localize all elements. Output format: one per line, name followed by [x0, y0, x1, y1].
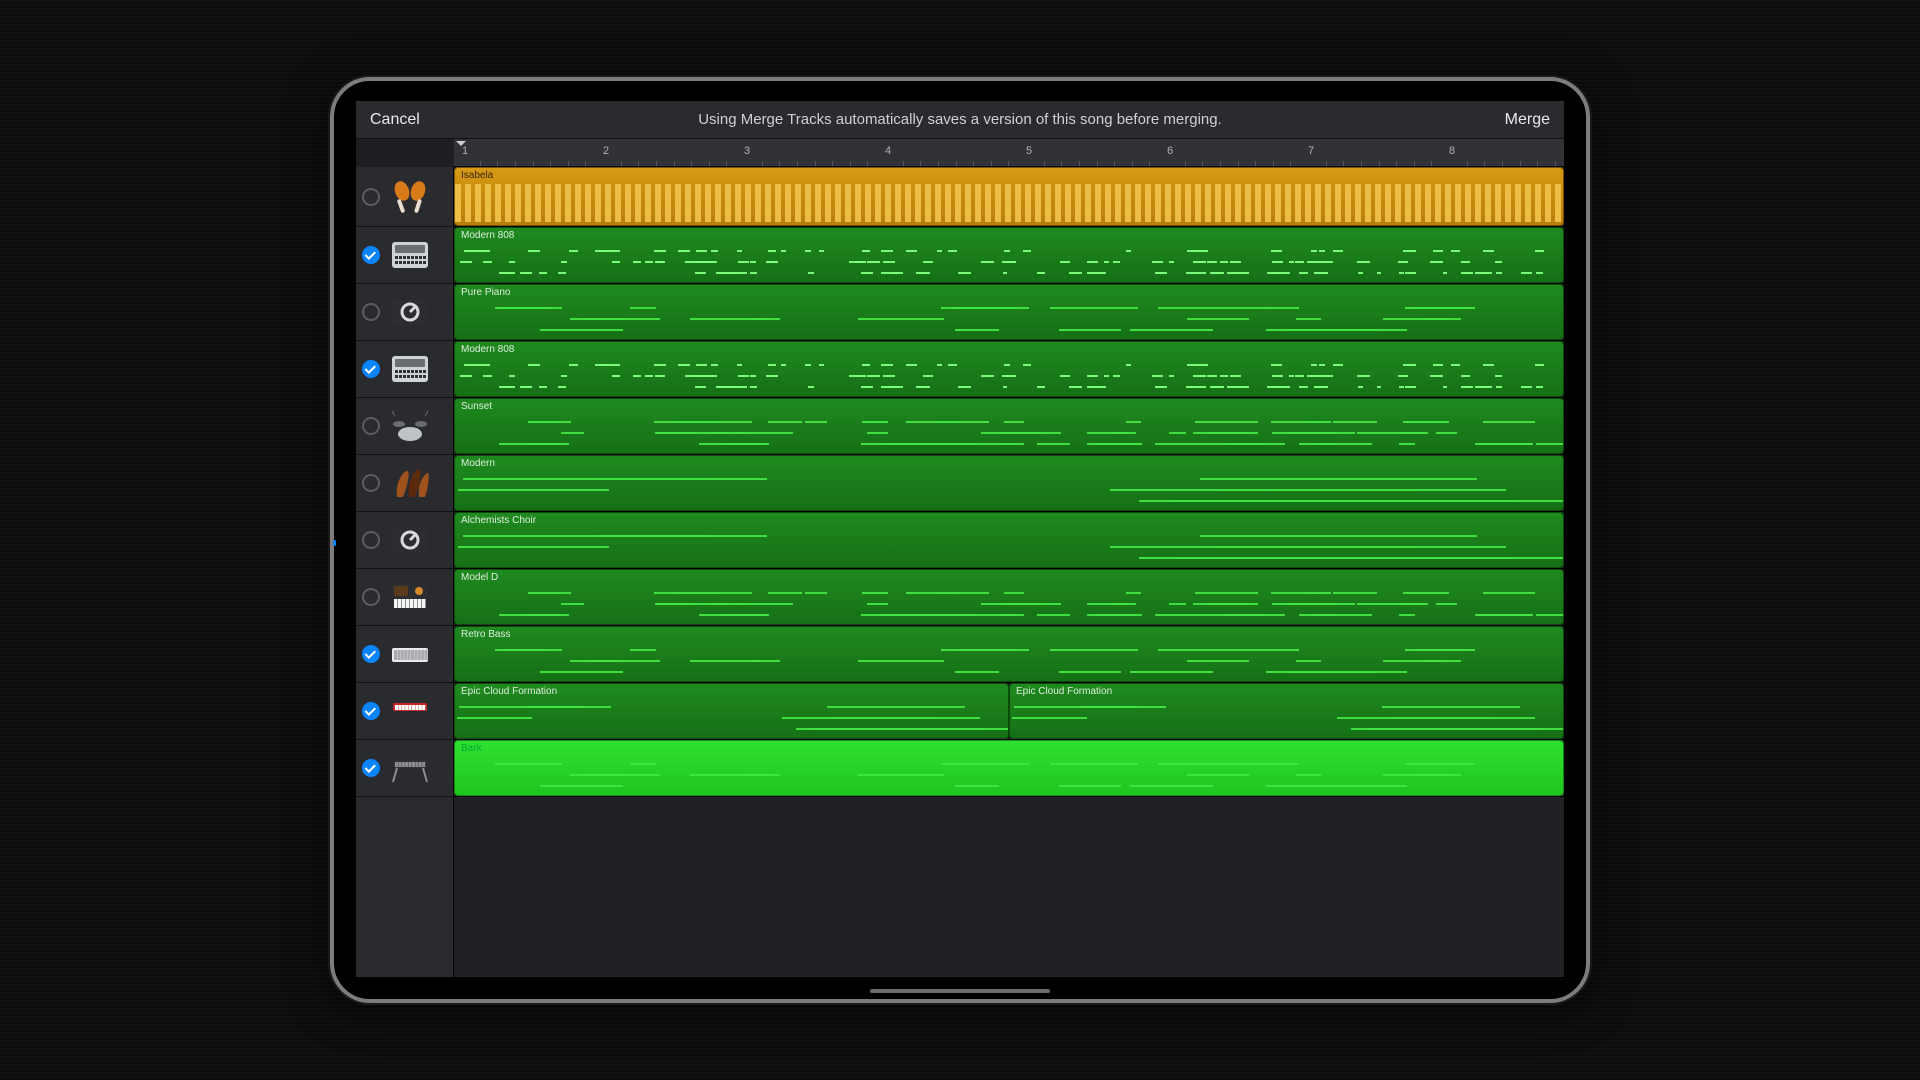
track-lane[interactable]: Modern 808	[454, 341, 1564, 398]
region-label: Sunset	[461, 401, 492, 412]
region-label: Alchemists Choir	[461, 515, 536, 526]
screen: Cancel Using Merge Tracks automatically …	[356, 101, 1564, 977]
drum-kit-icon	[386, 406, 434, 446]
region[interactable]: Bark	[454, 740, 1564, 796]
track-header-column	[356, 167, 454, 977]
track-lane[interactable]: Isabela	[454, 167, 1564, 227]
track-lane[interactable]: Pure Piano	[454, 284, 1564, 341]
track-lanes[interactable]: Isabela Modern 808 Pure Piano Modern 808 Sun…	[454, 167, 1564, 977]
track-header[interactable]	[356, 683, 453, 740]
region-label: Model D	[461, 572, 498, 583]
tablet-frame: Cancel Using Merge Tracks automatically …	[330, 77, 1590, 1003]
track-header[interactable]	[356, 398, 453, 455]
region-label: Modern 808	[461, 230, 514, 241]
region[interactable]: Epic Cloud Formation	[454, 683, 1009, 739]
region-label: Isabela	[461, 170, 493, 181]
keyboard-white-icon	[386, 634, 434, 674]
region-label: Pure Piano	[461, 287, 510, 298]
region[interactable]: Model D	[454, 569, 1564, 625]
track-select-toggle[interactable]	[362, 246, 380, 264]
track-select-toggle[interactable]	[362, 645, 380, 663]
cancel-button[interactable]: Cancel	[370, 111, 490, 129]
track-lane[interactable]: Retro Bass	[454, 626, 1564, 683]
track-header[interactable]	[356, 167, 453, 227]
synth-round-icon	[386, 520, 434, 560]
track-lane[interactable]: Sunset	[454, 398, 1564, 455]
region[interactable]: Sunset	[454, 398, 1564, 454]
track-select-toggle[interactable]	[362, 759, 380, 777]
ruler-bar-number: 6	[1167, 145, 1173, 157]
track-header[interactable]	[356, 341, 453, 398]
track-lane[interactable]: Modern	[454, 455, 1564, 512]
timeline-ruler[interactable]: 1 2 3 4 5 6 7 8	[454, 139, 1564, 167]
track-lane[interactable]: Alchemists Choir	[454, 512, 1564, 569]
track-header[interactable]	[356, 626, 453, 683]
ruler-bar-number: 1	[462, 145, 468, 157]
track-select-toggle[interactable]	[362, 588, 380, 606]
region-label: Modern	[461, 458, 495, 469]
banner-title: Using Merge Tracks automatically saves a…	[490, 111, 1430, 128]
region[interactable]: Pure Piano	[454, 284, 1564, 340]
strings-icon	[386, 463, 434, 503]
track-header[interactable]	[356, 740, 453, 797]
track-header[interactable]	[356, 284, 453, 341]
region[interactable]: Modern	[454, 455, 1564, 511]
track-select-toggle[interactable]	[362, 303, 380, 321]
track-header[interactable]	[356, 569, 453, 626]
tracks-area: Isabela Modern 808 Pure Piano Modern 808 Sun…	[356, 167, 1564, 977]
keyboard-dark-icon	[386, 748, 434, 788]
synth-keys-icon	[386, 577, 434, 617]
ruler-bar-number: 2	[603, 145, 609, 157]
region[interactable]: Isabela	[454, 167, 1564, 226]
region[interactable]: Modern 808	[454, 227, 1564, 283]
region[interactable]: Alchemists Choir	[454, 512, 1564, 568]
track-select-toggle[interactable]	[362, 360, 380, 378]
ruler-bar-number: 7	[1308, 145, 1314, 157]
synth-round-icon	[386, 292, 434, 332]
track-select-toggle[interactable]	[362, 531, 380, 549]
track-header[interactable]	[356, 512, 453, 569]
track-lane[interactable]: Model D	[454, 569, 1564, 626]
region[interactable]: Epic Cloud Formation	[1009, 683, 1564, 739]
region-label: Bark	[461, 743, 482, 754]
merge-banner: Cancel Using Merge Tracks automatically …	[356, 101, 1564, 139]
ruler-bar-number: 5	[1026, 145, 1032, 157]
keyboard-red-icon	[386, 691, 434, 731]
merge-button[interactable]: Merge	[1430, 111, 1550, 129]
track-lane[interactable]: Epic Cloud Formation Epic Cloud Formation	[454, 683, 1564, 740]
region[interactable]: Retro Bass	[454, 626, 1564, 682]
region-label: Epic Cloud Formation	[461, 686, 557, 697]
track-select-toggle[interactable]	[362, 474, 380, 492]
track-select-toggle[interactable]	[362, 417, 380, 435]
track-lane[interactable]: Bark	[454, 740, 1564, 797]
ruler-bar-number: 8	[1449, 145, 1455, 157]
region-label: Modern 808	[461, 344, 514, 355]
ruler-bar-number: 3	[744, 145, 750, 157]
ruler-bar-number: 4	[885, 145, 891, 157]
track-header[interactable]	[356, 455, 453, 512]
region-label: Epic Cloud Formation	[1016, 686, 1112, 697]
track-header[interactable]	[356, 227, 453, 284]
side-indicator	[333, 540, 336, 546]
track-select-toggle[interactable]	[362, 702, 380, 720]
region-label: Retro Bass	[461, 629, 510, 640]
track-lane[interactable]: Modern 808	[454, 227, 1564, 284]
region[interactable]: Modern 808	[454, 341, 1564, 397]
drum-machine-icon	[386, 349, 434, 389]
drum-machine-icon	[386, 235, 434, 275]
track-select-toggle[interactable]	[362, 188, 380, 206]
shakers-icon	[386, 177, 434, 217]
